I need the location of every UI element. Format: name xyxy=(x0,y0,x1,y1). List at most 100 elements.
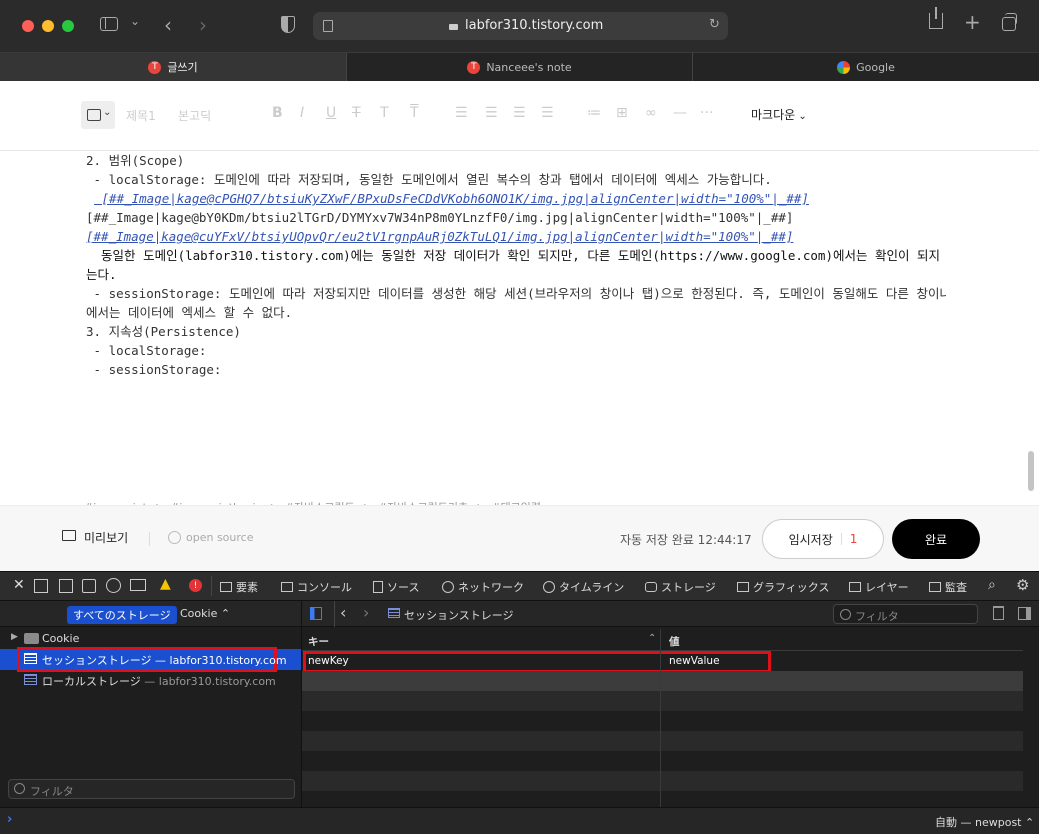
sort-ascending-icon[interactable]: ⌃ xyxy=(648,633,656,644)
image-tag-line: [##_Image|kage@cuYFxV/btsiyUOpvQr/eu2tV1… xyxy=(86,229,794,244)
tab-sources[interactable]: ソース xyxy=(373,572,419,601)
open-source-link[interactable]: open source xyxy=(186,531,253,544)
tab-elements[interactable]: 要素 xyxy=(220,572,258,601)
address-bar[interactable]: labfor310.tistory.com ↻ xyxy=(313,12,728,40)
table-filter-input[interactable]: フィルタ xyxy=(833,604,978,624)
close-devtools-icon[interactable]: ✕ xyxy=(13,578,25,592)
link-icon[interactable]: ∞ xyxy=(645,105,657,121)
sidebar-filter-input[interactable]: フィルタ xyxy=(8,779,295,799)
url-text[interactable]: labfor310.tistory.com xyxy=(465,18,603,33)
tab-overview-icon[interactable] xyxy=(1002,13,1017,31)
chevron-down-icon[interactable]: ⌄ xyxy=(130,14,140,28)
lock-icon xyxy=(449,20,458,30)
table-icon[interactable]: ⊞ xyxy=(616,105,628,121)
content-line: - sessionStorage: xyxy=(86,362,222,377)
tab-nanceee-note[interactable]: T Nanceee's note xyxy=(347,53,692,81)
list-icon[interactable]: ≔ xyxy=(587,105,601,121)
tab-timeline[interactable]: タイムライン xyxy=(543,572,624,601)
tab-console[interactable]: コンソール xyxy=(281,572,352,601)
tree-item-local-storage[interactable]: ローカルストレージ — labfor310.tistory.com xyxy=(0,670,301,690)
align-center-icon[interactable]: ☰ xyxy=(485,105,498,121)
insert-image-button[interactable]: ⌄ xyxy=(81,101,115,129)
divider-icon[interactable]: — xyxy=(673,105,687,121)
zoom-window-button[interactable] xyxy=(62,20,74,32)
font-select[interactable]: 본고딕 xyxy=(178,107,211,124)
column-key[interactable]: キー xyxy=(308,634,329,649)
tree-item-label: セッションストレージ — labfor310.tistory.com xyxy=(42,654,287,667)
markdown-mode-select[interactable]: 마크다운 ⌄ xyxy=(751,106,807,123)
search-icon[interactable]: ⌕ xyxy=(988,577,996,593)
execution-context-select[interactable]: 自動 — newpost ⌃ xyxy=(935,814,1034,830)
forward-icon[interactable]: › xyxy=(199,13,207,37)
tab-write[interactable]: T 글쓰기 xyxy=(0,53,346,81)
content-line: - sessionStorage: 도메인에 따라 저장되지만 데이터를 생성한… xyxy=(86,286,946,301)
dock-bottom-icon[interactable] xyxy=(59,579,73,593)
back-icon[interactable]: ‹ xyxy=(164,13,172,37)
disclosure-triangle-icon[interactable]: ▶ xyxy=(11,632,18,642)
underline-icon[interactable]: U xyxy=(326,105,336,121)
gear-icon[interactable]: ⚙ xyxy=(1016,576,1029,594)
details-sidebar-icon[interactable] xyxy=(1018,607,1031,620)
breadcrumb[interactable]: セッションストレージ xyxy=(404,607,514,623)
all-storage-filter-button[interactable]: すべてのストレージ xyxy=(67,606,177,624)
device-icon[interactable] xyxy=(130,579,146,591)
tab-google[interactable]: Google xyxy=(693,53,1039,81)
content-line: 동일한 도메인(labfor310.tistory.com)에는 동일한 저장 … xyxy=(86,248,946,263)
back-icon[interactable]: ‹ xyxy=(340,603,346,622)
tab-label: タイムライン xyxy=(559,580,625,594)
italic-icon[interactable]: I xyxy=(300,105,304,121)
image-icon xyxy=(87,109,101,121)
strikethrough-icon[interactable]: T xyxy=(352,105,361,121)
close-window-button[interactable] xyxy=(22,20,34,32)
content-line: 는다. xyxy=(86,267,117,282)
align-justify-icon[interactable]: ☰ xyxy=(541,105,554,121)
align-left-icon[interactable]: ☰ xyxy=(455,105,468,121)
minimize-window-button[interactable] xyxy=(42,20,54,32)
reload-icon[interactable]: ↻ xyxy=(709,17,720,32)
tree-item-session-storage[interactable]: セッションストレージ — labfor310.tistory.com xyxy=(0,647,301,672)
highlight-icon[interactable]: T xyxy=(410,105,419,121)
tab-layers[interactable]: レイヤー xyxy=(849,572,909,601)
privacy-shield-icon[interactable] xyxy=(281,16,295,33)
tree-item-label: ローカルストレージ — labfor310.tistory.com xyxy=(42,673,276,689)
tab-label: 監査 xyxy=(945,580,967,594)
tab-label: ストレージ xyxy=(661,580,716,594)
new-tab-icon[interactable]: + xyxy=(964,10,981,34)
warning-icon[interactable]: ▲ xyxy=(160,576,171,592)
tab-storage[interactable]: ストレージ xyxy=(645,572,716,601)
tab-graphics[interactable]: グラフィックス xyxy=(737,572,829,601)
forward-icon[interactable]: › xyxy=(363,603,369,622)
reader-icon[interactable] xyxy=(323,20,333,32)
detach-icon[interactable] xyxy=(82,579,96,593)
align-right-icon[interactable]: ☰ xyxy=(513,105,526,121)
tree-item-cookie[interactable]: ▶ Cookie xyxy=(0,629,301,649)
toolbar-divider xyxy=(211,576,212,596)
updown-chevron-icon: ⌃ xyxy=(1021,816,1035,829)
sidebar-toggle-icon[interactable] xyxy=(100,17,118,31)
sidebar-toggle-icon[interactable] xyxy=(310,607,322,620)
draft-save-button[interactable]: 임시저장 1 xyxy=(762,519,884,559)
column-divider[interactable] xyxy=(660,629,661,651)
table-row-empty xyxy=(302,791,1023,807)
heading-select[interactable]: 제목1 xyxy=(126,107,156,124)
content-line: - localStorage: 도메인에 따라 저장되며, 동일한 도메인에서 … xyxy=(86,172,772,187)
share-icon[interactable] xyxy=(929,7,943,29)
scrollbar-thumb[interactable] xyxy=(1028,451,1034,491)
console-prompt-bar[interactable]: › 自動 — newpost ⌃ xyxy=(0,807,1039,834)
error-icon[interactable]: ! xyxy=(189,579,202,592)
tistory-favicon-icon: T xyxy=(467,60,481,74)
column-value[interactable]: 値 xyxy=(669,634,680,649)
markdown-content[interactable]: 2. 범위(Scope) - localStorage: 도메인에 따라 저장되… xyxy=(86,151,946,505)
publish-done-button[interactable]: 완료 xyxy=(892,519,980,559)
cookie-type-select[interactable]: Cookie ⌃ xyxy=(180,607,230,620)
text-color-icon[interactable]: T xyxy=(380,105,389,121)
tab-audit[interactable]: 監査 xyxy=(929,572,967,601)
crosshair-icon[interactable] xyxy=(106,578,121,593)
preview-button[interactable]: 미리보기 xyxy=(84,529,128,546)
trash-icon[interactable] xyxy=(993,606,1004,620)
tab-network[interactable]: ネットワーク xyxy=(442,572,524,601)
bold-icon[interactable]: B xyxy=(272,105,283,121)
preview-icon[interactable] xyxy=(62,530,76,541)
dock-left-icon[interactable] xyxy=(34,579,48,593)
more-icon[interactable]: ··· xyxy=(700,105,713,121)
